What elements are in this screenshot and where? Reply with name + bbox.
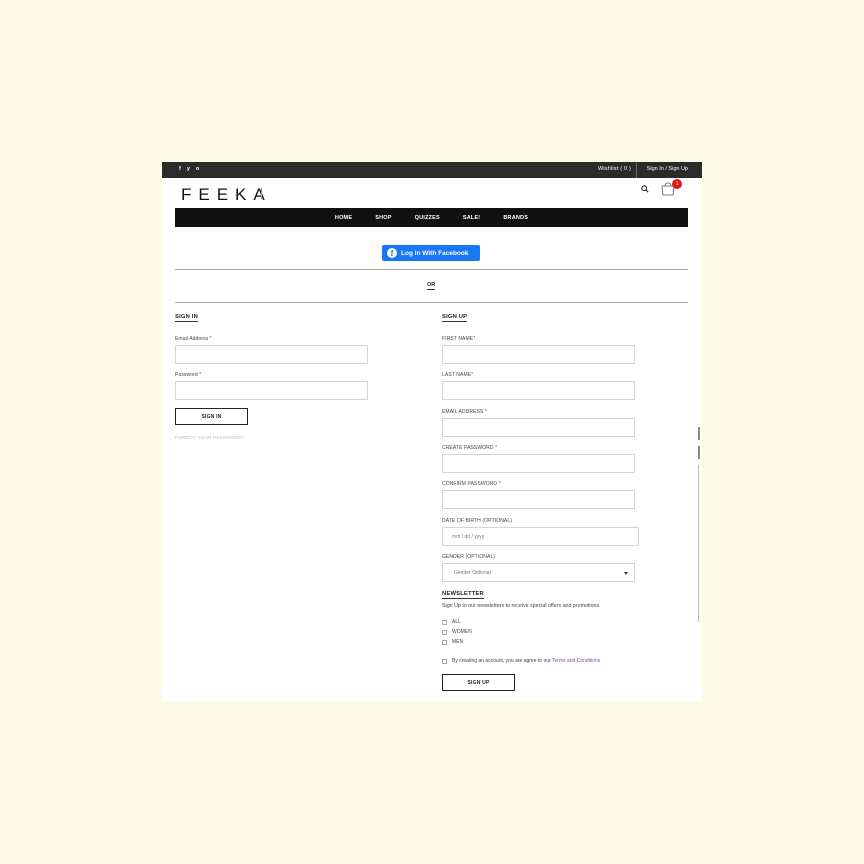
dob-input[interactable]: mm / dd / yyyy bbox=[442, 527, 639, 546]
newsletter-title: NEWSLETTER bbox=[442, 591, 484, 599]
terms-link[interactable]: Terms and Conditions bbox=[552, 658, 600, 664]
nav-sale[interactable]: SALE! bbox=[451, 215, 492, 221]
signup-email-label: EMAIL ADDRESS * bbox=[442, 409, 487, 415]
scrollbar-track[interactable] bbox=[698, 465, 699, 622]
newsletter-description: Sign Up to our newsletters to receive sp… bbox=[442, 603, 601, 609]
terms-text: By creating an account, you are agree to… bbox=[452, 658, 601, 664]
twitter-icon[interactable]: y bbox=[187, 166, 190, 172]
nav-quizzes[interactable]: QUIZZES bbox=[403, 215, 451, 221]
create-password-input[interactable] bbox=[442, 454, 635, 473]
cart-count-badge: 1 bbox=[672, 179, 682, 189]
signin-button[interactable]: SIGN IN bbox=[175, 408, 248, 425]
first-name-label: FIRST NAME* bbox=[442, 336, 476, 342]
gender-selected-value: Gender Optional bbox=[454, 569, 491, 576]
signup-title: SIGN UP bbox=[442, 314, 468, 322]
instagram-icon[interactable]: o bbox=[196, 166, 199, 172]
logo-tagline bbox=[261, 188, 265, 199]
signin-email-label: Email Address * bbox=[175, 336, 212, 342]
newsletter-option-men[interactable]: MEN bbox=[442, 639, 463, 645]
chevron-down-icon bbox=[624, 572, 628, 575]
nav-shop[interactable]: SHOP bbox=[364, 215, 403, 221]
divider-bottom bbox=[175, 302, 688, 303]
page: f y o Wishlist ( 0 ) Sign In / Sign Up F… bbox=[162, 162, 702, 701]
last-name-input[interactable] bbox=[442, 381, 635, 400]
nav-home[interactable]: HOME bbox=[323, 215, 363, 221]
confirm-password-label: CONFIRM PASSWORD * bbox=[442, 481, 501, 487]
gender-select[interactable]: Gender Optional bbox=[442, 563, 635, 582]
newsletter-option-women[interactable]: WOMEN bbox=[442, 629, 472, 635]
newsletter-option-label: WOMEN bbox=[452, 629, 472, 635]
scrollbar-mark[interactable] bbox=[698, 446, 700, 459]
topbar-divider bbox=[636, 162, 637, 178]
checkbox[interactable] bbox=[442, 629, 447, 635]
scrollbar-mark[interactable] bbox=[698, 427, 700, 440]
signup-button[interactable]: SIGN UP bbox=[442, 674, 515, 691]
facebook-icon[interactable]: f bbox=[179, 166, 181, 172]
social-links: f y o bbox=[179, 166, 199, 172]
main-nav: HOME SHOP QUIZZES SALE! BRANDS bbox=[175, 208, 688, 227]
newsletter-option-label: ALL bbox=[452, 619, 461, 625]
signup-email-input[interactable] bbox=[442, 418, 635, 437]
confirm-password-input[interactable] bbox=[442, 490, 635, 509]
top-bar: f y o Wishlist ( 0 ) Sign In / Sign Up bbox=[162, 162, 702, 178]
dob-placeholder: mm / dd / yyyy bbox=[452, 533, 485, 540]
nav-brands[interactable]: BRANDS bbox=[492, 215, 540, 221]
signin-email-input[interactable] bbox=[175, 345, 368, 364]
checkbox[interactable] bbox=[442, 639, 447, 645]
facebook-logo-icon: f bbox=[387, 248, 397, 258]
dob-label: DATE OF BIRTH (OPTIONAL) bbox=[442, 518, 512, 524]
create-password-label: CREATE PASSWORD * bbox=[442, 445, 498, 451]
gender-label: GENDER (OPTIONAL) bbox=[442, 554, 496, 560]
or-divider-label: OR bbox=[427, 282, 436, 290]
search-icon[interactable] bbox=[641, 185, 649, 193]
wishlist-link[interactable]: Wishlist ( 0 ) bbox=[598, 166, 631, 172]
signin-signup-link[interactable]: Sign In / Sign Up bbox=[647, 166, 688, 172]
facebook-login-label: Log in With Facebook bbox=[401, 249, 469, 257]
signin-password-label: Password * bbox=[175, 372, 202, 378]
logo[interactable]: FEEKA bbox=[181, 185, 272, 205]
divider-top bbox=[175, 269, 688, 270]
header: FEEKA 1 bbox=[162, 178, 702, 208]
terms-checkbox[interactable] bbox=[442, 658, 447, 664]
newsletter-option-label: MEN bbox=[452, 639, 464, 645]
signin-password-input[interactable] bbox=[175, 381, 368, 400]
first-name-input[interactable] bbox=[442, 345, 635, 364]
newsletter-option-all[interactable]: ALL bbox=[442, 619, 461, 625]
signin-title: SIGN IN bbox=[175, 314, 198, 322]
terms-agreement[interactable]: By creating an account, you are agree to… bbox=[442, 658, 600, 664]
facebook-login-button[interactable]: f Log in With Facebook bbox=[382, 245, 480, 261]
forgot-password-link[interactable]: FORGOT YOUR PASSWORD? bbox=[175, 436, 244, 441]
last-name-label: LAST NAME* bbox=[442, 372, 474, 378]
checkbox[interactable] bbox=[442, 619, 447, 625]
